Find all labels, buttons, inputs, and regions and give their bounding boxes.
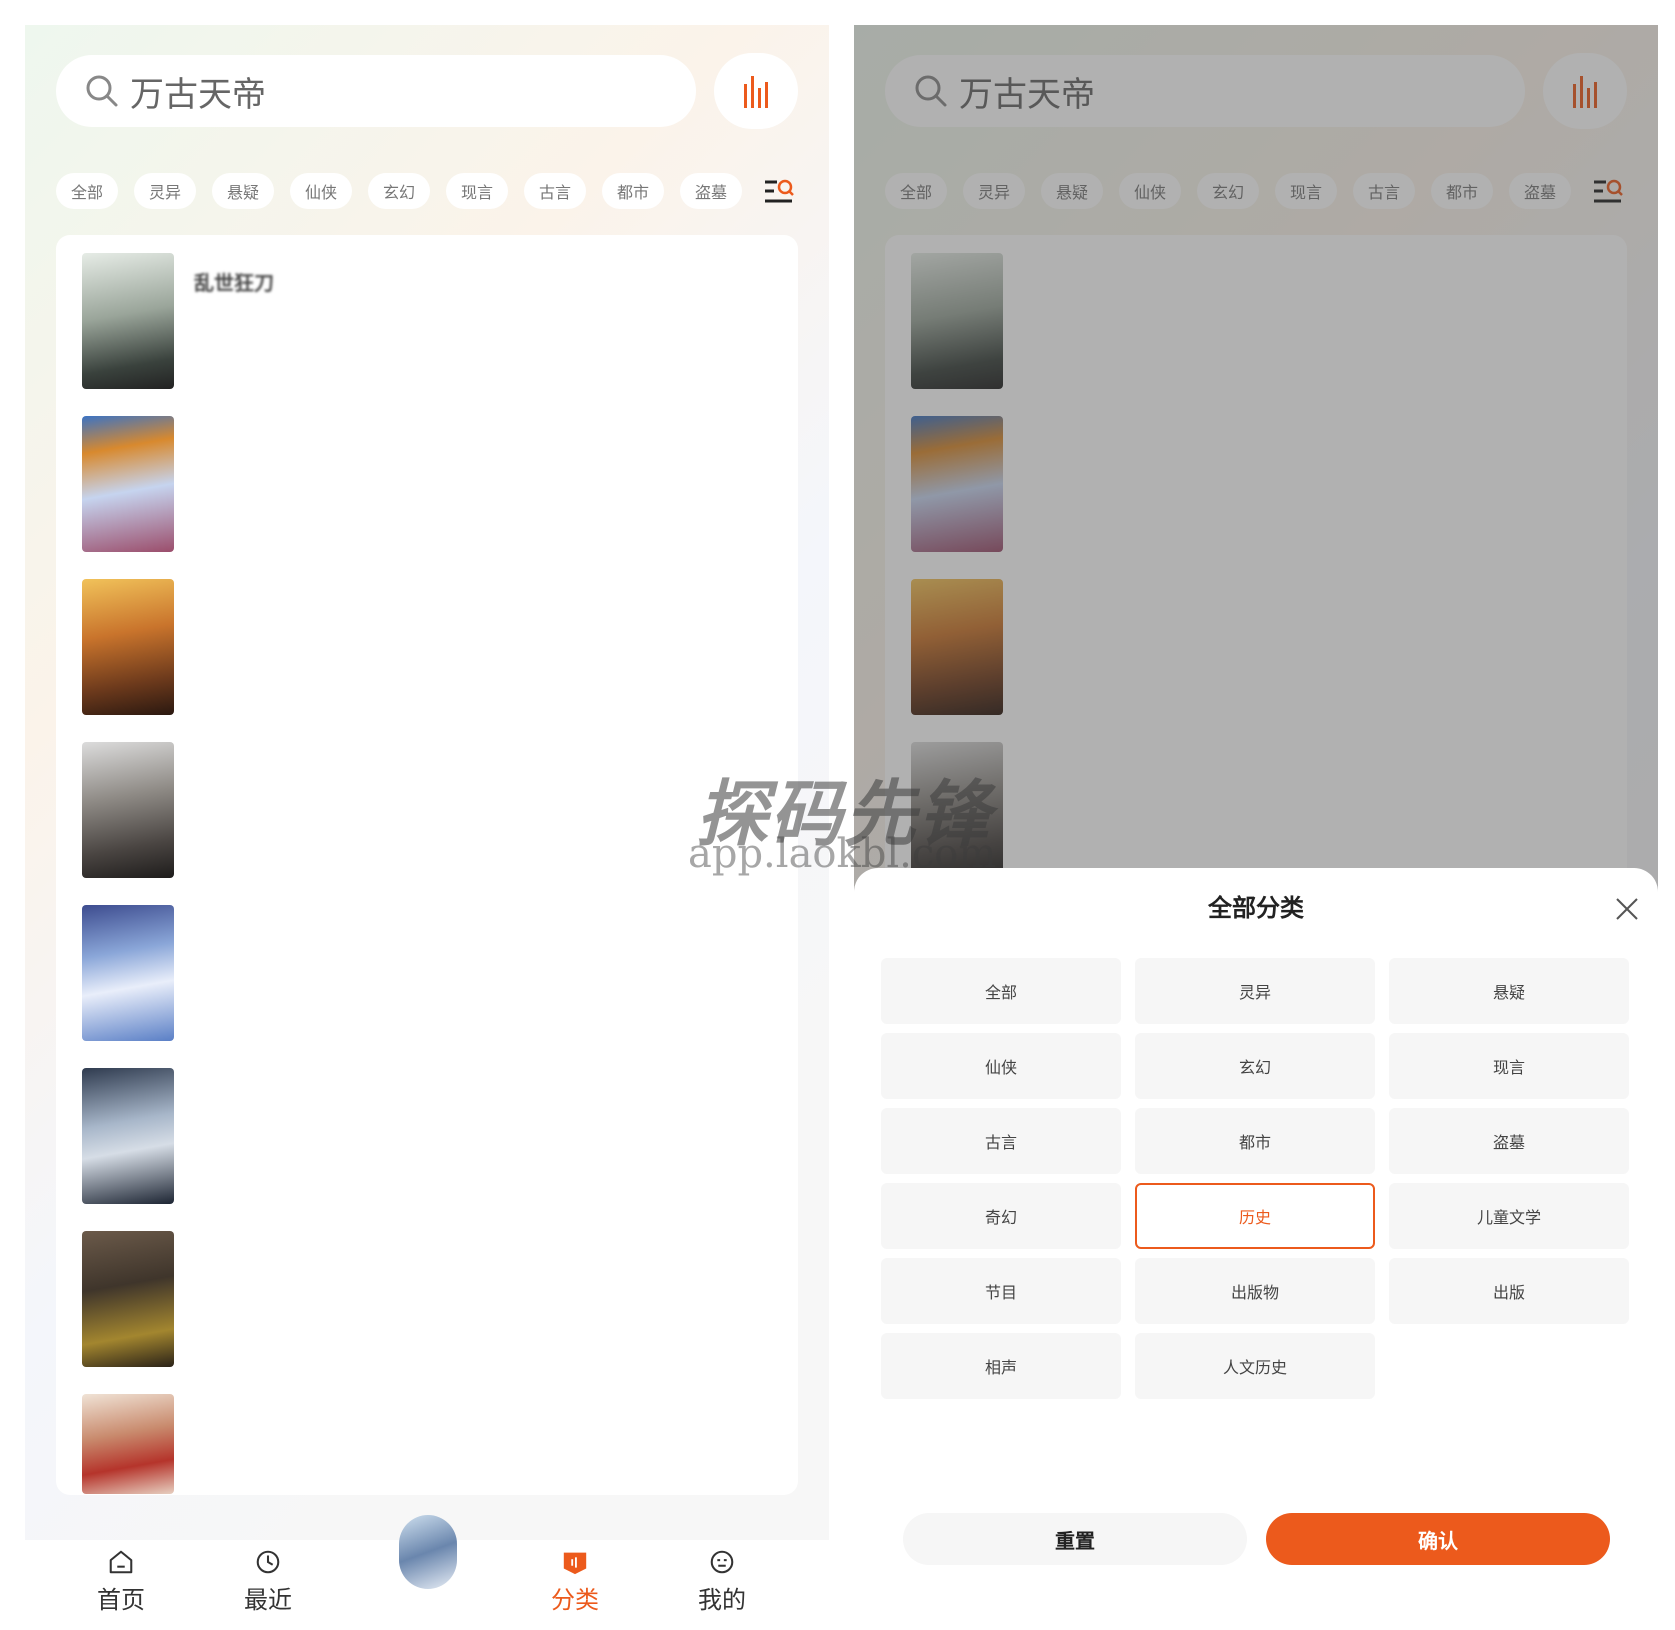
chip-dushi[interactable]: 都市 (602, 173, 664, 209)
book-item[interactable]: 乱世狂刀 (82, 253, 782, 393)
tab-home-label: 首页 (97, 1586, 145, 1614)
category-icon (563, 1552, 587, 1575)
category-option[interactable]: 出版物 (1135, 1258, 1375, 1324)
chip-daomu[interactable]: 盗墓 (680, 173, 742, 209)
voice-bars-icon (744, 76, 768, 108)
chip-lingyi[interactable]: 灵异 (134, 173, 196, 209)
category-option[interactable]: 现言 (1389, 1033, 1629, 1099)
category-option[interactable]: 灵异 (1135, 958, 1375, 1024)
category-option[interactable]: 儿童文学 (1389, 1183, 1629, 1249)
book-item[interactable] (82, 579, 782, 719)
category-option[interactable]: 出版 (1389, 1258, 1629, 1324)
category-option[interactable]: 人文历史 (1135, 1333, 1375, 1399)
voice-button[interactable] (714, 53, 798, 129)
chip-all[interactable]: 全部 (56, 173, 118, 209)
tab-recent-label: 最近 (244, 1586, 292, 1614)
book-item[interactable] (82, 1068, 782, 1208)
sheet-title: 全部分类 (1208, 894, 1304, 922)
category-option[interactable]: 玄幻 (1135, 1033, 1375, 1099)
now-playing-avatar[interactable] (399, 1515, 457, 1589)
tab-category-label: 分类 (551, 1586, 599, 1614)
book-cover (82, 1231, 174, 1367)
chip-guyan[interactable]: 古言 (524, 173, 586, 209)
category-sheet: 全部分类 全部 灵异 悬疑 仙侠 玄幻 现言 古言 都市 盗墓 奇幻 历史 儿童… (854, 868, 1658, 1615)
book-title: 乱世狂刀 (194, 271, 274, 295)
tab-recent[interactable]: 最近 (218, 1540, 318, 1615)
chip-xuanyi[interactable]: 悬疑 (212, 173, 274, 209)
book-cover (82, 1068, 174, 1204)
chip-xianyan[interactable]: 现言 (446, 173, 508, 209)
chip-xuanhuan[interactable]: 玄幻 (368, 173, 430, 209)
category-chips: 全部 灵异 悬疑 仙侠 玄幻 现言 古言 都市 盗墓 (56, 172, 758, 210)
search-input[interactable]: 万古天帝 (130, 67, 266, 116)
tab-home[interactable]: 首页 (71, 1540, 171, 1615)
profile-icon (710, 1550, 734, 1574)
reset-button[interactable]: 重置 (903, 1513, 1247, 1565)
book-cover (82, 1394, 174, 1494)
watermark-en: app.laokbl.com (688, 831, 997, 877)
book-cover (82, 253, 174, 389)
book-item[interactable] (82, 905, 782, 1045)
category-option[interactable]: 节目 (881, 1258, 1121, 1324)
close-icon[interactable] (1614, 896, 1640, 922)
home-icon (109, 1550, 133, 1574)
book-item[interactable] (82, 1394, 782, 1494)
tab-mine-label: 我的 (698, 1586, 746, 1614)
book-cover (82, 742, 174, 878)
category-option[interactable]: 相声 (881, 1333, 1121, 1399)
category-option-selected[interactable]: 历史 (1135, 1183, 1375, 1249)
book-cover (82, 579, 174, 715)
category-option[interactable]: 盗墓 (1389, 1108, 1629, 1174)
clock-icon (256, 1550, 280, 1574)
chip-xianxia[interactable]: 仙侠 (290, 173, 352, 209)
book-item[interactable] (82, 1231, 782, 1371)
confirm-button[interactable]: 确认 (1266, 1513, 1610, 1565)
filter-search-icon[interactable] (764, 177, 794, 207)
watermark: 探码先锋 app.laokbl.com (670, 755, 1010, 885)
category-option[interactable]: 奇幻 (881, 1183, 1121, 1249)
search-bar[interactable]: 万古天帝 (56, 55, 696, 127)
tab-category[interactable]: 分类 (525, 1540, 625, 1615)
category-option[interactable]: 全部 (881, 958, 1121, 1024)
category-option[interactable]: 都市 (1135, 1108, 1375, 1174)
category-option[interactable]: 古言 (881, 1108, 1121, 1174)
book-cover (82, 416, 174, 552)
book-cover (82, 905, 174, 1041)
category-option[interactable]: 仙侠 (881, 1033, 1121, 1099)
book-item[interactable] (82, 416, 782, 556)
tab-mine[interactable]: 我的 (672, 1540, 772, 1615)
category-option[interactable]: 悬疑 (1389, 958, 1629, 1024)
search-icon (86, 75, 118, 107)
